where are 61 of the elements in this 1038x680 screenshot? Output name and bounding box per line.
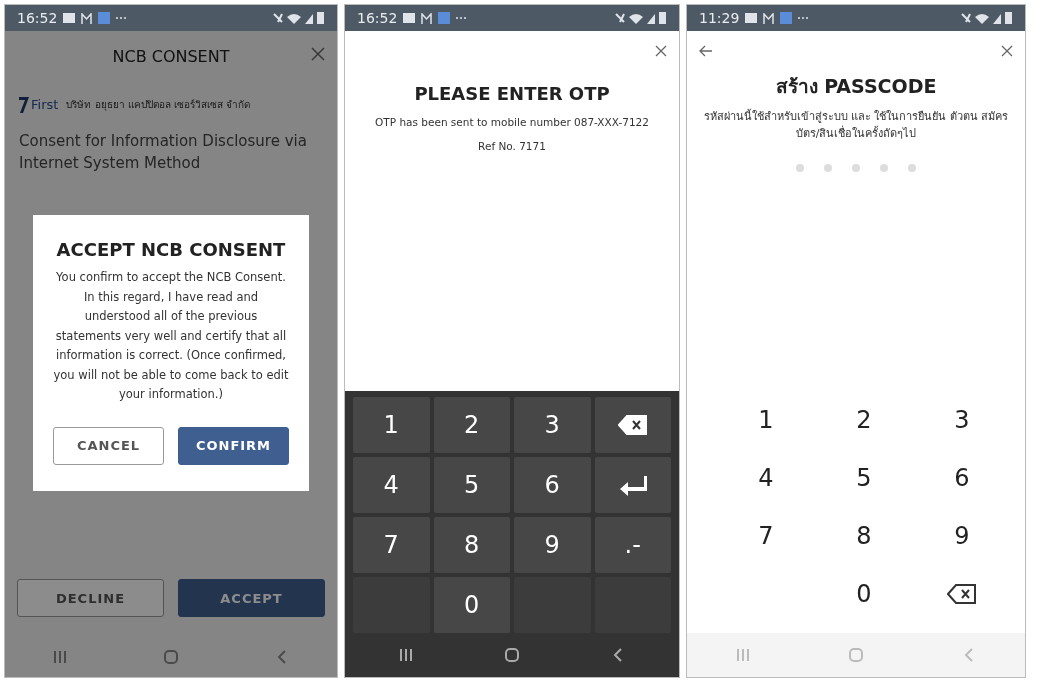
keyboard-key[interactable]: 0 bbox=[433, 577, 510, 633]
screen-title: สร้าง PASSCODE bbox=[774, 74, 938, 99]
app-icon bbox=[780, 12, 793, 24]
dialog-message: You confirm to accept the NCB Consent. In this regard, I have read and understood all of the previous statements very well and certify that all information is correct. (Once confirmed, you will not be able to come back to edit your information.) bbox=[53, 269, 289, 404]
system-status-icons bbox=[273, 11, 325, 25]
primary-button[interactable]: CONFIRM bbox=[178, 426, 289, 465]
keypad-key[interactable]: 4 bbox=[717, 449, 815, 507]
keypad-key[interactable]: 6 bbox=[913, 449, 1011, 507]
status-time: 16:52 bbox=[17, 10, 58, 26]
system-status-icons bbox=[961, 11, 1013, 25]
app-icon bbox=[98, 12, 111, 24]
close-icon[interactable] bbox=[1001, 45, 1013, 57]
passcode-description: รหัสผ่านนี้ใช้สำหรับเข้าสู่ระบบ และ ใช้ในการยืนยัน ตัวตน สมัครบัตร/สินเชื่อในครั้งถัดๆไป bbox=[702, 109, 1010, 142]
company-name: บริษัท อยุธยา แคปปิตอล เซอร์วิสเซส จำกัด bbox=[66, 97, 251, 112]
keyboard-key[interactable]: 5 bbox=[433, 457, 510, 513]
keypad-key[interactable]: 9 bbox=[913, 507, 1011, 565]
keypad-key[interactable]: 3 bbox=[913, 391, 1011, 449]
keypad-key[interactable]: 5 bbox=[815, 449, 913, 507]
image-icon bbox=[403, 13, 416, 23]
reference-number: Ref No. 7171 bbox=[477, 140, 547, 152]
keyboard-key[interactable]: 4 bbox=[353, 457, 430, 513]
keypad-key[interactable]: 0 bbox=[815, 565, 913, 623]
close-icon[interactable] bbox=[655, 45, 667, 57]
keyboard-key[interactable]: 7 bbox=[353, 517, 430, 573]
screen-title: NCB CONSENT bbox=[112, 46, 230, 66]
back-arrow-icon[interactable] bbox=[699, 45, 713, 57]
keyboard-key[interactable]: 1 bbox=[353, 397, 430, 453]
backspace-icon bbox=[947, 584, 977, 604]
primary-button[interactable]: ACCEPT bbox=[178, 579, 325, 617]
consent-heading: Consent for Information Disclosure via Internet System Method bbox=[18, 131, 308, 174]
keypad-key[interactable]: 1 bbox=[717, 391, 815, 449]
screen-title: PLEASE ENTER OTP bbox=[413, 83, 611, 104]
dialog-title: ACCEPT NCB CONSENT bbox=[56, 239, 286, 260]
keyboard-key[interactable]: 3 bbox=[514, 397, 591, 453]
recent-apps-icon[interactable] bbox=[398, 648, 413, 662]
keyboard-key[interactable]: 8 bbox=[433, 517, 510, 573]
secondary-button[interactable]: DECLINE bbox=[17, 579, 164, 617]
otp-message: OTP has been sent to mobile number 087-XXX-7122 bbox=[374, 116, 650, 128]
enter-key[interactable] bbox=[594, 457, 671, 513]
keypad-key[interactable]: 7 bbox=[717, 507, 815, 565]
image-icon bbox=[63, 13, 76, 23]
mail-icon bbox=[81, 12, 93, 24]
keyboard-key[interactable]: 2 bbox=[433, 397, 510, 453]
mail-icon bbox=[763, 12, 775, 24]
keyboard-key[interactable]: 6 bbox=[514, 457, 591, 513]
secondary-button[interactable]: CANCEL bbox=[53, 426, 164, 465]
backspace-icon bbox=[617, 415, 648, 435]
mail-icon bbox=[421, 12, 433, 24]
keyboard-key[interactable]: 9 bbox=[514, 517, 591, 573]
keypad-key[interactable]: 2 bbox=[815, 391, 913, 449]
image-icon bbox=[745, 13, 758, 23]
keypad-key[interactable]: 8 bbox=[815, 507, 913, 565]
status-time: 11:29 bbox=[699, 10, 740, 26]
system-status-icons bbox=[615, 11, 667, 25]
app-icon bbox=[438, 12, 451, 24]
company-logo: First bbox=[19, 95, 59, 113]
status-time: 16:52 bbox=[357, 10, 398, 26]
close-icon[interactable] bbox=[311, 47, 325, 61]
home-icon[interactable] bbox=[504, 647, 520, 663]
keyboard-key[interactable]: .- bbox=[594, 517, 671, 573]
backspace-key[interactable] bbox=[594, 397, 671, 453]
